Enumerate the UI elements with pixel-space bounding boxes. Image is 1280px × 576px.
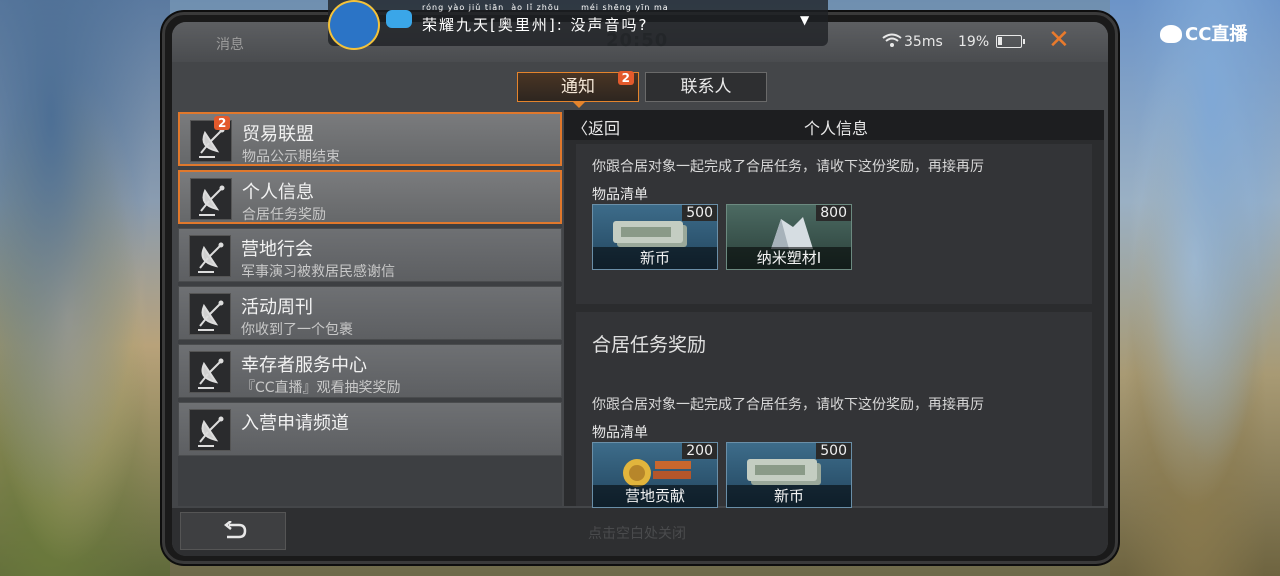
background-right	[1110, 0, 1280, 576]
footer-bar: 点击空白处关闭	[172, 508, 1108, 556]
tab-notifications[interactable]: 通知 2	[517, 71, 639, 108]
reward-section: 你跟合居对象一起完成了合居任务，请收下这份奖励，再接再厉 物品清单 500 新币…	[576, 144, 1092, 304]
detail-header: 〈返回 个人信息	[564, 110, 1104, 140]
section-title: 合居任务奖励	[592, 334, 707, 356]
item-card[interactable]: 500 新币	[726, 442, 852, 508]
list-item-subtitle: 『CC直播』观看抽奖奖励	[241, 380, 401, 396]
back-button[interactable]: 〈返回	[572, 115, 620, 139]
avatar	[328, 0, 380, 50]
item-name: 营地贡献	[593, 485, 717, 507]
paw-icon	[1160, 25, 1182, 43]
gamepad-icon	[386, 10, 412, 28]
caret-down-icon[interactable]: ▼	[800, 13, 809, 27]
list-item[interactable]: 2 贸易联盟 物品公示期结束	[178, 112, 562, 166]
items-label: 物品清单	[592, 425, 648, 441]
radar-dish-icon	[189, 351, 231, 393]
list-item-subtitle: 你收到了一个包裹	[241, 322, 353, 338]
item-quantity: 800	[816, 205, 851, 221]
message-window: 消息 20:50 35ms 19% ✕ 通知 2 联系人 2 贸易联盟 物品公示…	[172, 22, 1108, 556]
item-name: 纳米塑材Ⅰ	[727, 247, 851, 269]
cc-live-logo: CC直播	[1160, 20, 1247, 46]
background-left	[0, 0, 170, 576]
message-detail: 〈返回 个人信息 你跟合居对象一起完成了合居任务，请收下这份奖励，再接再厉 物品…	[564, 110, 1104, 508]
stream-chat-overlay: róng yào jiǔ tiān ào lǐ zhōu méi shēng y…	[328, 0, 828, 50]
list-item[interactable]: 入营申请频道	[178, 402, 562, 456]
item-quantity: 500	[682, 205, 717, 221]
list-item-title: 入营申请频道	[241, 413, 349, 434]
chevron-left-icon: 〈	[572, 119, 589, 138]
list-item[interactable]: 营地行会 军事演习被救居民感谢信	[178, 228, 562, 282]
list-item-subtitle: 军事演习被救居民感谢信	[241, 264, 395, 280]
list-item[interactable]: 活动周刊 你收到了一个包裹	[178, 286, 562, 340]
window-title: 消息	[216, 37, 244, 53]
reward-message: 你跟合居对象一起完成了合居任务，请收下这份奖励，再接再厉	[592, 159, 984, 175]
ping-readout: 35ms	[904, 34, 943, 50]
chat-pinyin: róng yào jiǔ tiān ào lǐ zhōu méi shēng y…	[422, 3, 669, 12]
item-quantity: 500	[816, 443, 851, 459]
list-item-subtitle: 合居任务奖励	[242, 207, 326, 223]
tab-contacts[interactable]: 联系人	[645, 72, 767, 102]
reward-section: 合居任务奖励 你跟合居对象一起完成了合居任务，请收下这份奖励，再接再厉 物品清单…	[576, 312, 1092, 508]
battery-percent: 19%	[958, 34, 990, 50]
message-list: 2 贸易联盟 物品公示期结束 个人信息 合居任务奖励 营地行会 军事演习被救居民…	[178, 112, 562, 506]
return-button[interactable]	[180, 512, 286, 550]
chat-message: 荣耀九天[奥里州]: 没声音吗?	[422, 16, 649, 34]
list-item-title: 幸存者服务中心	[241, 355, 367, 376]
list-item[interactable]: 幸存者服务中心 『CC直播』观看抽奖奖励	[178, 344, 562, 398]
list-item-subtitle: 物品公示期结束	[242, 149, 340, 165]
logo-text: CC直播	[1185, 24, 1248, 45]
wifi-icon	[882, 33, 902, 47]
reward-message: 你跟合居对象一起完成了合居任务，请收下这份奖励，再接再厉	[592, 397, 984, 413]
item-card[interactable]: 500 新币	[592, 204, 718, 270]
battery-icon	[996, 35, 1025, 48]
list-item-title: 贸易联盟	[242, 124, 314, 145]
radar-dish-icon	[190, 178, 232, 220]
tab-label: 通知	[561, 77, 595, 97]
list-item-title: 活动周刊	[241, 297, 313, 318]
undo-arrow-icon	[223, 521, 247, 539]
list-item-title: 营地行会	[241, 239, 313, 260]
close-icon[interactable]: ✕	[1048, 27, 1070, 53]
detail-title: 个人信息	[804, 119, 869, 138]
list-item-title: 个人信息	[242, 182, 314, 203]
item-name: 新币	[727, 485, 851, 507]
list-item[interactable]: 个人信息 合居任务奖励	[178, 170, 562, 224]
item-name: 新币	[593, 247, 717, 269]
radar-dish-icon	[189, 293, 231, 335]
dismiss-hint: 点击空白处关闭	[588, 526, 686, 542]
item-card[interactable]: 800 纳米塑材Ⅰ	[726, 204, 852, 270]
unread-badge: 2	[214, 116, 231, 130]
back-label: 返回	[588, 119, 621, 138]
item-card[interactable]: 200 营地贡献	[592, 442, 718, 508]
notification-badge: 2	[617, 71, 634, 85]
radar-dish-icon	[189, 235, 231, 277]
item-quantity: 200	[682, 443, 717, 459]
radar-dish-icon	[189, 409, 231, 451]
items-label: 物品清单	[592, 187, 648, 203]
tab-label: 联系人	[680, 77, 732, 97]
